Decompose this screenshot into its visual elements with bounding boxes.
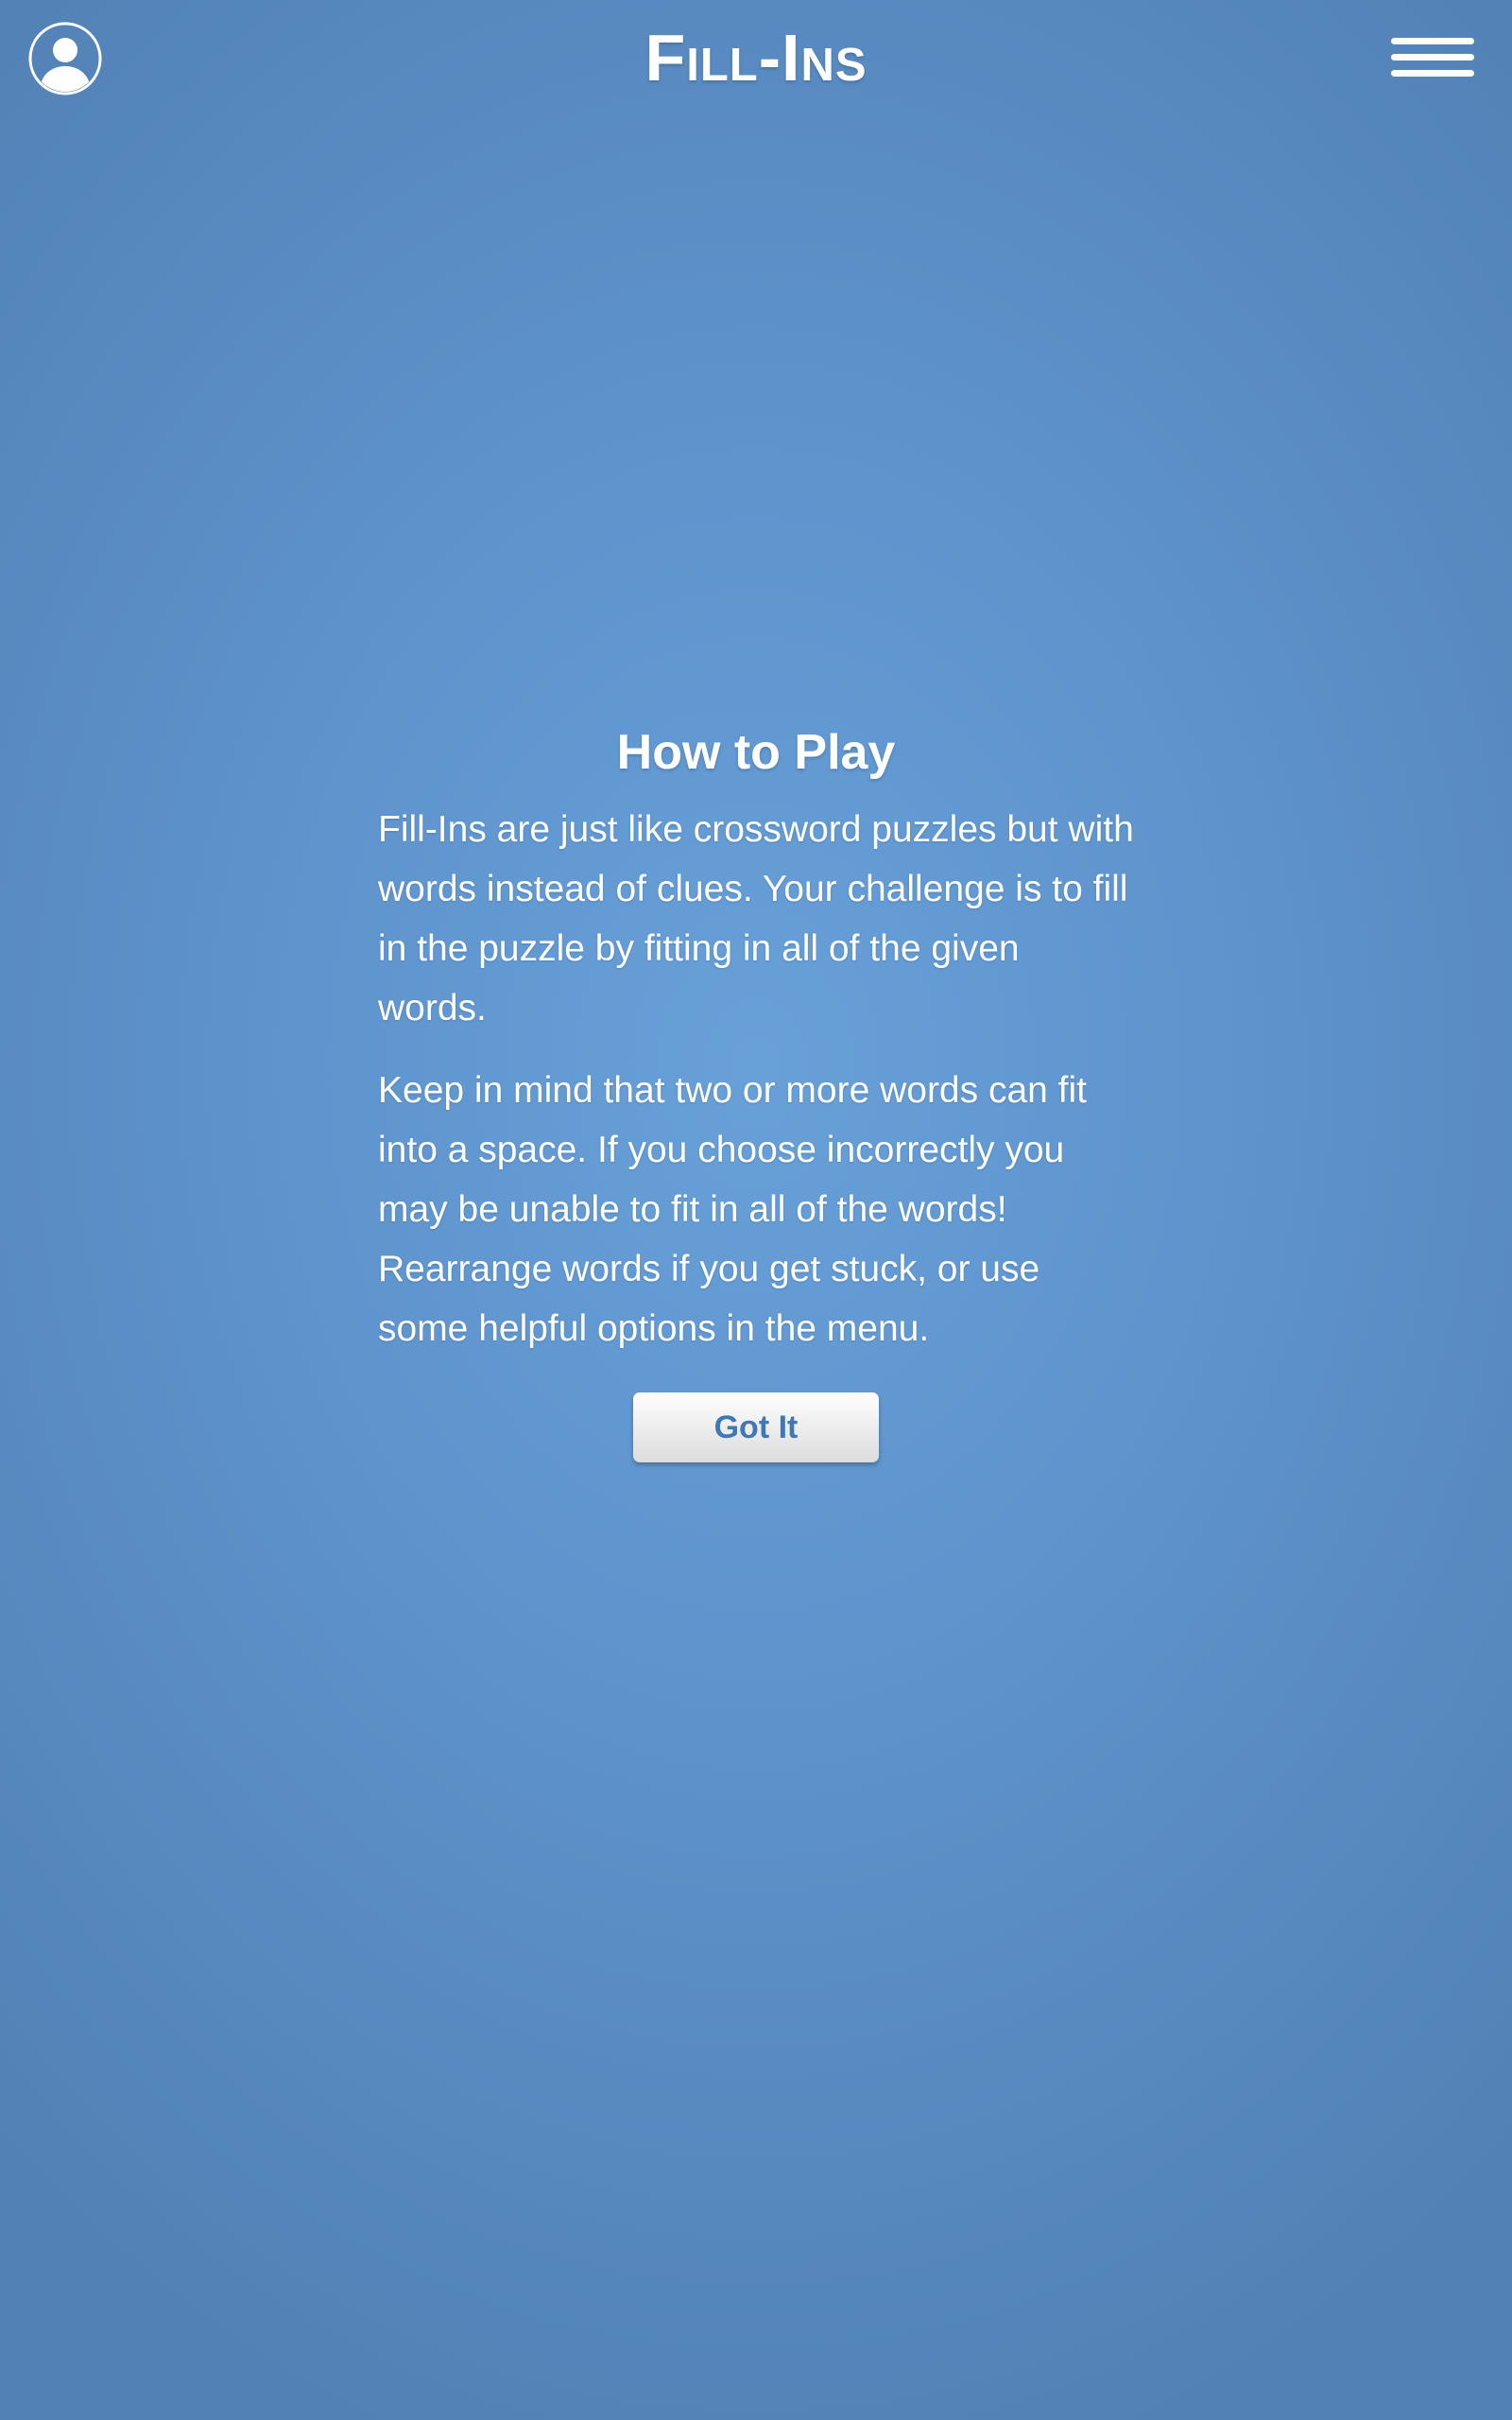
header-bar: Fill-Ins [0, 0, 1512, 117]
got-it-button[interactable]: Got It [633, 1392, 879, 1462]
app-title: Fill-Ins [644, 21, 868, 95]
instructions-paragraph-1: Fill-Ins are just like crossword puzzles… [378, 809, 1134, 1028]
instructions-paragraph-2: Keep in mind that two or more words can … [378, 1070, 1088, 1349]
how-to-play-dialog: How to Play Fill-Ins are just like cross… [378, 718, 1134, 1462]
dialog-title: How to Play [616, 725, 896, 780]
menu-button[interactable] [1391, 38, 1474, 78]
